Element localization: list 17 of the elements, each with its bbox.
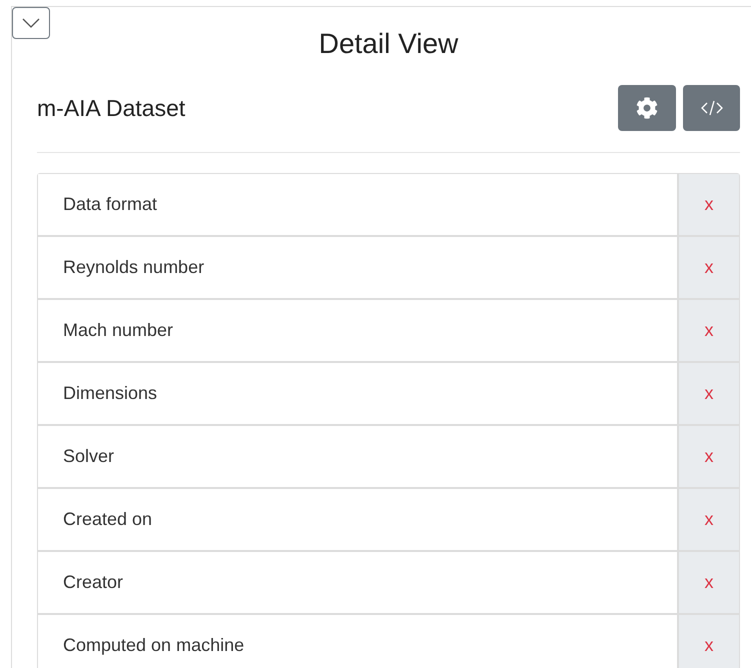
remove-button[interactable]: x xyxy=(679,300,739,361)
dataset-title: m-AIA Dataset xyxy=(37,94,186,123)
settings-button[interactable] xyxy=(618,85,676,131)
gear-icon xyxy=(636,97,658,119)
code-icon xyxy=(700,99,724,117)
remove-button[interactable]: x xyxy=(679,237,739,298)
chevron-down-icon xyxy=(21,17,41,29)
code-button[interactable] xyxy=(683,85,740,131)
remove-button[interactable]: x xyxy=(679,489,739,550)
field-label: Data format xyxy=(38,174,679,235)
remove-button[interactable]: x xyxy=(679,552,739,613)
remove-button[interactable]: x xyxy=(679,615,739,668)
remove-button[interactable]: x xyxy=(679,426,739,487)
remove-button[interactable]: x xyxy=(679,174,739,235)
view-title: Detail View xyxy=(318,27,458,61)
collapse-button[interactable] xyxy=(12,7,50,39)
remove-button[interactable]: x xyxy=(679,363,739,424)
